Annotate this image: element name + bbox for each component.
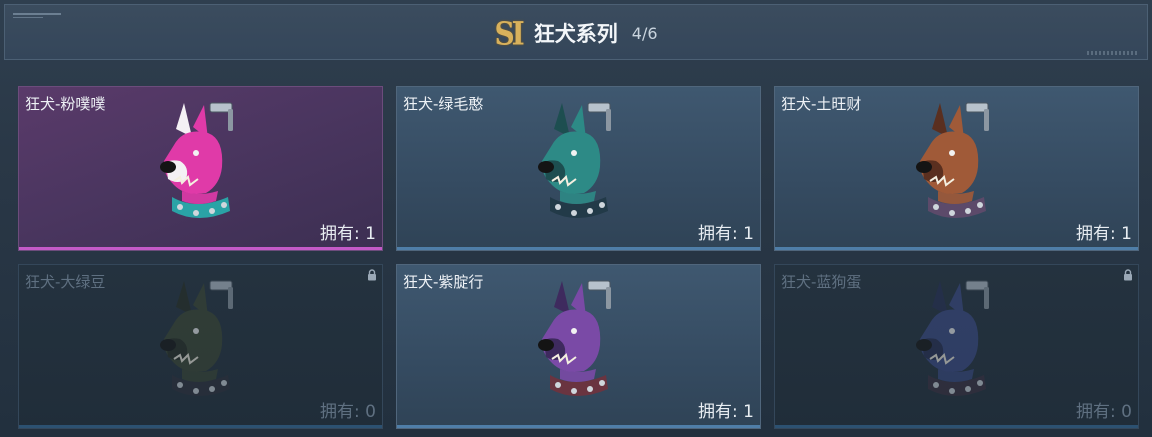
- skin-card-green[interactable]: 狂犬-绿毛憨 拥有: 1: [396, 86, 761, 251]
- card-bottom-bar: [19, 247, 382, 250]
- owned-count: 拥有: 1: [698, 224, 754, 244]
- skin-card-purple[interactable]: 狂犬-紫腚行 拥有: 1: [396, 264, 761, 429]
- skin-name: 狂犬-粉噗噗: [25, 95, 106, 113]
- skin-name: 狂犬-紫腚行: [403, 273, 484, 291]
- dog-skin-icon: [159, 102, 233, 218]
- skin-card-blue[interactable]: 狂犬-蓝狗蛋 拥有: 0: [774, 264, 1139, 429]
- dog-skin-icon: [159, 280, 233, 396]
- owned-count: 拥有: 1: [1076, 224, 1132, 244]
- skin-name: 狂犬-土旺财: [781, 95, 862, 113]
- dog-skin-icon: [915, 280, 989, 396]
- owned-count: 拥有: 0: [1076, 402, 1132, 422]
- owned-count: 拥有: 1: [698, 402, 754, 422]
- dog-skin-icon: [537, 280, 611, 396]
- series-title: 狂犬系列: [533, 22, 618, 46]
- skin-card-brown[interactable]: 狂犬-土旺财 拥有: 1: [774, 86, 1139, 251]
- lock-icon: [368, 269, 376, 281]
- dog-skin-icon: [915, 102, 989, 218]
- season-badge-icon: SI: [494, 14, 524, 52]
- header-watermark: [1087, 51, 1137, 55]
- owned-count: 拥有: 1: [320, 224, 376, 244]
- series-header: SI 狂犬系列 4/6: [4, 4, 1148, 60]
- skin-card-darkgreen[interactable]: 狂犬-大绿豆 拥有: 0: [18, 264, 383, 429]
- card-bottom-bar: [397, 425, 760, 428]
- skin-name: 狂犬-大绿豆: [25, 273, 106, 291]
- owned-count: 拥有: 0: [320, 402, 376, 422]
- skin-name: 狂犬-绿毛憨: [403, 95, 484, 113]
- skin-card-pink[interactable]: 狂犬-粉噗噗 拥有: 1: [18, 86, 383, 251]
- card-bottom-bar: [775, 247, 1138, 250]
- header-title-group: SI 狂犬系列 4/6: [5, 5, 1147, 61]
- card-bottom-bar: [19, 425, 382, 428]
- lock-icon: [1124, 269, 1132, 281]
- dog-skin-icon: [537, 102, 611, 218]
- collection-progress: 4/6: [631, 23, 658, 43]
- skin-name: 狂犬-蓝狗蛋: [781, 273, 862, 291]
- card-bottom-bar: [397, 247, 760, 250]
- card-bottom-bar: [775, 425, 1138, 428]
